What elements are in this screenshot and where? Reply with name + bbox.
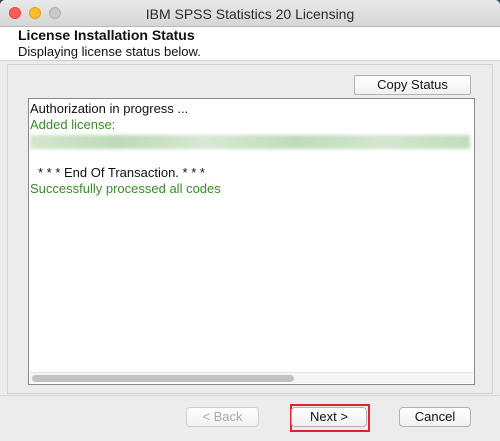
log-line-added-license: Added license: xyxy=(30,117,116,132)
cancel-button[interactable]: Cancel xyxy=(399,407,471,427)
footer-divider xyxy=(0,395,500,396)
back-button[interactable]: < Back xyxy=(186,407,259,427)
next-button[interactable]: Next > xyxy=(291,407,367,427)
title-bar[interactable]: IBM SPSS Statistics 20 Licensing xyxy=(0,0,500,27)
page-subtitle: Displaying license status below. xyxy=(18,44,201,59)
copy-status-button[interactable]: Copy Status xyxy=(354,75,471,95)
scrollbar-thumb[interactable] xyxy=(32,375,294,382)
log-line-success: Successfully processed all codes xyxy=(30,181,221,196)
license-status-log[interactable]: Authorization in progress ... Added lice… xyxy=(28,98,475,385)
log-line-end-transaction: * * * End Of Transaction. * * * xyxy=(38,165,205,180)
page-header: License Installation Status Displaying l… xyxy=(0,27,500,61)
window-title: IBM SPSS Statistics 20 Licensing xyxy=(145,6,355,22)
page-title: License Installation Status xyxy=(18,27,195,43)
licensing-window: IBM SPSS Statistics 20 Licensing License… xyxy=(0,0,500,441)
redacted-license-code xyxy=(30,135,470,149)
log-line-authorization: Authorization in progress ... xyxy=(30,101,189,116)
horizontal-scrollbar[interactable] xyxy=(30,372,473,383)
